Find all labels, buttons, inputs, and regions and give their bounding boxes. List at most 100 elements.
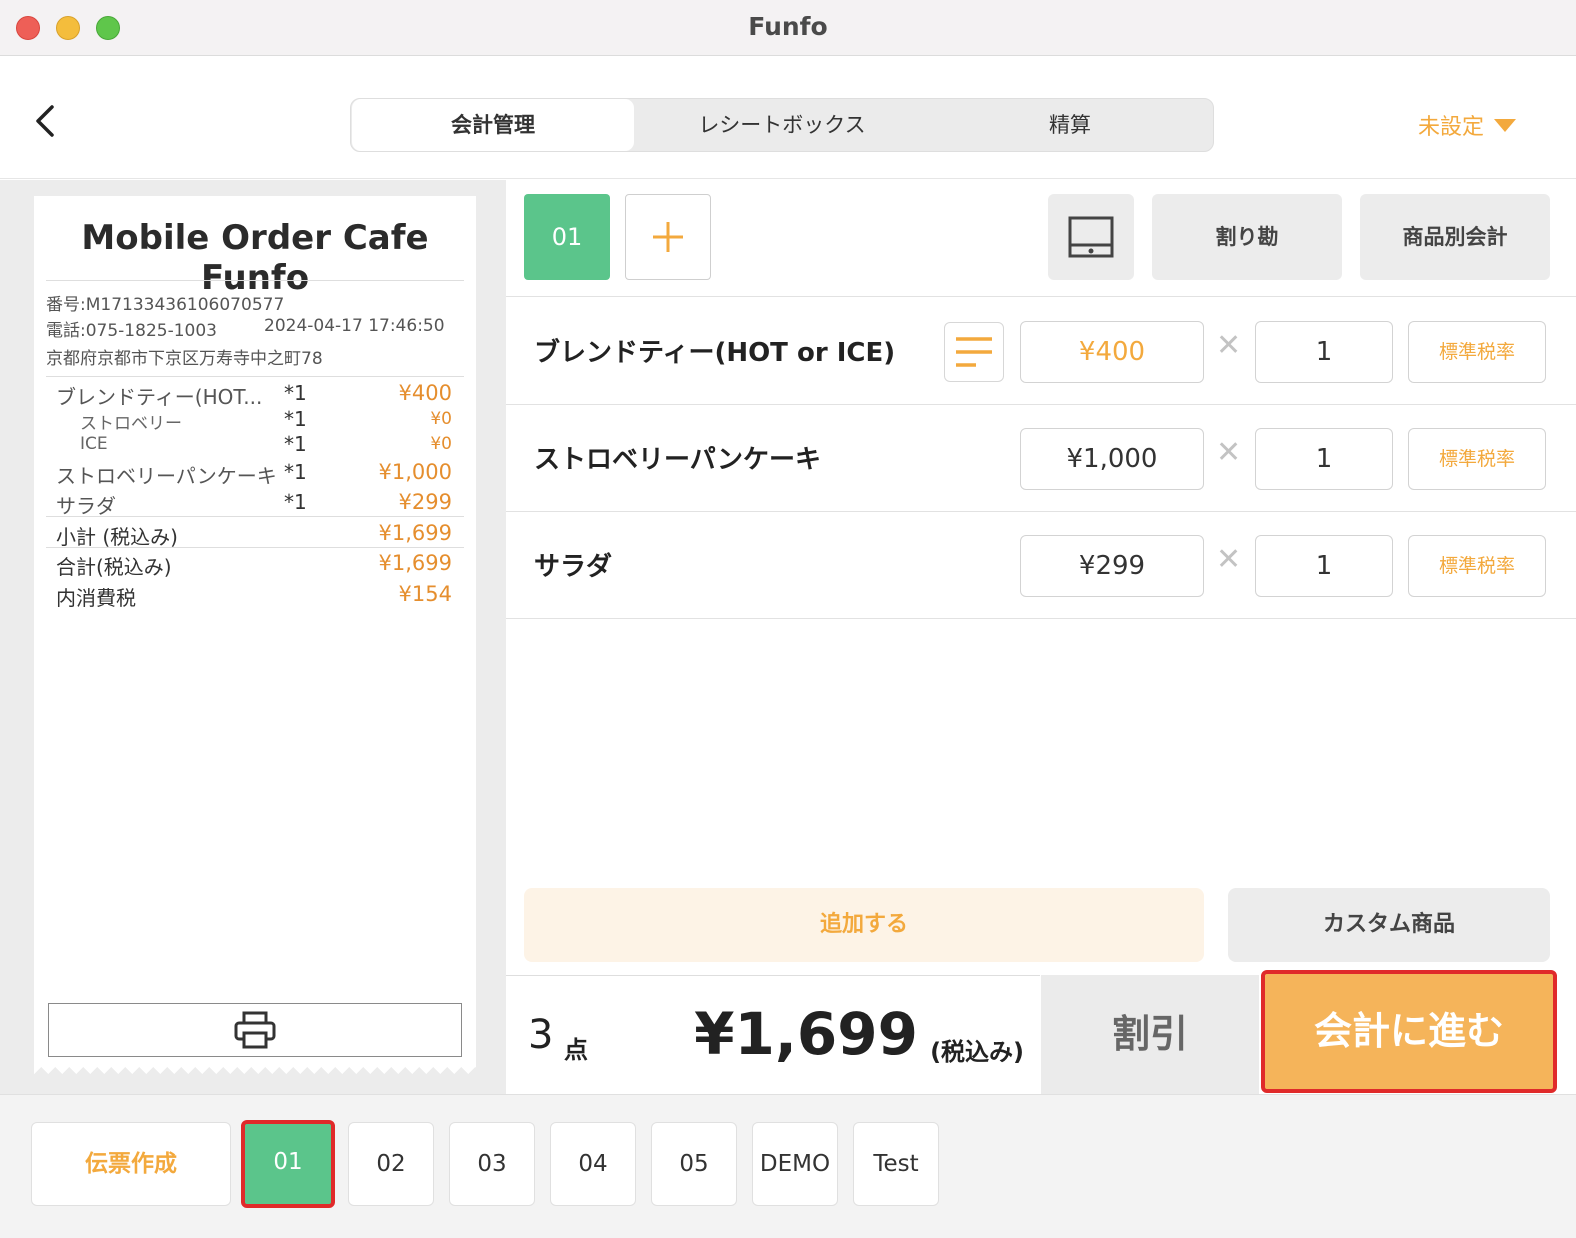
total-value: ¥1,699 bbox=[378, 551, 452, 575]
tax-rate-button[interactable]: 標準税率 bbox=[1408, 535, 1546, 597]
slip-tab-test[interactable]: Test bbox=[853, 1122, 939, 1206]
add-item-button[interactable]: 追加する bbox=[524, 888, 1204, 962]
tax-included-note: (税込み) bbox=[930, 1038, 1024, 1066]
tab-accounting[interactable]: 会計管理 bbox=[352, 99, 634, 151]
receipt-subtotal-row: 小計 (税込み) ¥1,699 bbox=[56, 521, 452, 549]
total-label: 合計(税込み) bbox=[56, 555, 172, 579]
slip-tab-02[interactable]: 02 bbox=[348, 1122, 434, 1206]
receipt-item: ブレンドティー(HOT... *1 ¥400 bbox=[56, 381, 452, 409]
item-quantity-field[interactable]: 1 bbox=[1255, 535, 1393, 597]
receipt-item-price: ¥1,000 bbox=[378, 460, 452, 484]
slip-tab-04[interactable]: 04 bbox=[550, 1122, 636, 1206]
mode-segmented-control: 会計管理 レシートボックス 精算 bbox=[350, 98, 1214, 152]
chevron-left-icon bbox=[36, 105, 54, 137]
custom-item-button[interactable]: カスタム商品 bbox=[1228, 888, 1550, 962]
receipt-item-name: ICE bbox=[80, 434, 108, 454]
tax-rate-button[interactable]: 標準税率 bbox=[1408, 428, 1546, 490]
list-lines-icon bbox=[956, 337, 992, 367]
receipt-item-price: ¥299 bbox=[398, 490, 452, 514]
item-count-unit: 点 bbox=[564, 1036, 588, 1064]
receipt-address: 京都府京都市下京区万寿寺中之町78 bbox=[46, 349, 323, 369]
order-item-name: サラダ bbox=[534, 552, 613, 582]
item-quantity-field[interactable]: 1 bbox=[1255, 428, 1393, 490]
window-title: Funfo bbox=[748, 12, 828, 41]
receipt-item: ストロベリーパンケーキ *1 ¥1,000 bbox=[56, 460, 452, 488]
receipt-item: サラダ *1 ¥299 bbox=[56, 490, 452, 518]
slip-tab-05[interactable]: 05 bbox=[651, 1122, 737, 1206]
cash-drawer-icon bbox=[1068, 216, 1114, 258]
receipt-item-price: ¥0 bbox=[430, 434, 452, 454]
create-slip-button[interactable]: 伝票作成 bbox=[31, 1122, 231, 1206]
proceed-to-checkout-button[interactable]: 会計に進む bbox=[1261, 970, 1557, 1093]
tab-receipt-box[interactable]: レシートボックス bbox=[641, 99, 923, 151]
divider bbox=[506, 618, 1576, 619]
subtotal-value: ¥1,699 bbox=[378, 521, 452, 545]
plus-icon bbox=[653, 222, 683, 252]
shop-name: Mobile Order Cafe Funfo bbox=[81, 218, 429, 298]
receipt-item-qty: *1 bbox=[284, 490, 307, 514]
receipt-item-qty: *1 bbox=[284, 432, 307, 456]
receipt-phone: 電話:075-1825-1003 bbox=[46, 321, 217, 341]
receipt-divider bbox=[46, 547, 464, 548]
item-price-field[interactable]: ¥1,000 bbox=[1020, 428, 1204, 490]
slip-tab-demo[interactable]: DEMO bbox=[752, 1122, 838, 1206]
receipt-item-option: ICE *1 ¥0 bbox=[56, 432, 452, 458]
add-slip-button[interactable] bbox=[625, 194, 711, 280]
receipt-divider bbox=[46, 280, 464, 281]
order-editor: 01 割り勘 商品別会計 ブレンドティー(HOT or ICE) ¥400 ✕ … bbox=[506, 180, 1576, 1094]
receipt-item-qty: *1 bbox=[284, 460, 307, 484]
receipt-total-row: 合計(税込み) ¥1,699 bbox=[56, 551, 452, 579]
print-button[interactable] bbox=[48, 1003, 462, 1057]
order-item-name: ブレンドティー(HOT or ICE) bbox=[534, 338, 896, 368]
caret-down-icon bbox=[1494, 118, 1516, 132]
receipt-item-price: ¥400 bbox=[398, 381, 452, 405]
receipt-item-name: ストロベリー bbox=[80, 414, 182, 434]
receipt-item-name: ストロベリーパンケーキ bbox=[56, 464, 277, 488]
tax-rate-button[interactable]: 標準税率 bbox=[1408, 321, 1546, 383]
receipt-panel: Mobile Order Cafe Funfo 番号:M171334361060… bbox=[0, 180, 506, 1094]
receipt-divider bbox=[46, 516, 464, 517]
multiply-icon: ✕ bbox=[1216, 328, 1242, 363]
tax-label: 内消費税 bbox=[56, 586, 136, 610]
receipt-item-price: ¥0 bbox=[430, 409, 452, 429]
order-line[interactable]: ブレンドティー(HOT or ICE) ¥400 ✕ 1 標準税率 bbox=[506, 298, 1576, 404]
slip-tab-bar: 伝票作成 01 02 03 04 05 DEMO Test bbox=[0, 1094, 1576, 1238]
item-price-field[interactable]: ¥400 bbox=[1020, 321, 1204, 383]
status-dropdown-label: 未設定 bbox=[1417, 115, 1484, 140]
item-options-button[interactable] bbox=[944, 322, 1004, 382]
cash-drawer-button[interactable] bbox=[1048, 194, 1134, 280]
slip-tab-01[interactable]: 01 bbox=[241, 1120, 335, 1208]
receipt-number: 番号:M17133436106070577 bbox=[46, 295, 285, 315]
total-amount: ¥1,699 bbox=[694, 1000, 918, 1068]
divider bbox=[506, 296, 1576, 297]
receipt-item-name: サラダ bbox=[56, 494, 116, 518]
item-quantity-field[interactable]: 1 bbox=[1255, 321, 1393, 383]
order-item-name: ストロベリーパンケーキ bbox=[534, 445, 822, 475]
split-bill-button[interactable]: 割り勘 bbox=[1152, 194, 1342, 280]
printer-icon bbox=[234, 1011, 276, 1049]
pay-by-item-button[interactable]: 商品別会計 bbox=[1360, 194, 1550, 280]
back-button[interactable] bbox=[24, 99, 64, 143]
subtotal-label: 小計 (税込み) bbox=[56, 525, 178, 549]
receipt-tax-row: 内消費税 ¥154 bbox=[56, 582, 452, 610]
order-line[interactable]: ストロベリーパンケーキ ¥1,000 ✕ 1 標準税率 bbox=[506, 405, 1576, 511]
order-totals: 3 点 ¥1,699 (税込み) bbox=[506, 975, 1040, 1094]
header: 会計管理 レシートボックス 精算 未設定 bbox=[0, 57, 1576, 179]
item-count: 3 bbox=[528, 1012, 554, 1058]
status-dropdown[interactable]: 未設定 bbox=[1418, 109, 1516, 141]
slip-tab-03[interactable]: 03 bbox=[449, 1122, 535, 1206]
receipt-divider bbox=[46, 376, 464, 377]
window-titlebar: Funfo bbox=[0, 0, 1576, 56]
receipt-preview: Mobile Order Cafe Funfo 番号:M171334361060… bbox=[34, 196, 476, 1062]
item-price-field[interactable]: ¥299 bbox=[1020, 535, 1204, 597]
receipt-item-option: ストロベリー *1 ¥0 bbox=[56, 407, 452, 434]
slip-tab-active[interactable]: 01 bbox=[524, 194, 610, 280]
order-line[interactable]: サラダ ¥299 ✕ 1 標準税率 bbox=[506, 512, 1576, 618]
receipt-torn-edge bbox=[34, 1060, 476, 1074]
multiply-icon: ✕ bbox=[1216, 435, 1242, 470]
tab-settlement[interactable]: 精算 bbox=[927, 99, 1213, 151]
discount-button[interactable]: 割引 bbox=[1041, 975, 1259, 1094]
receipt-item-qty: *1 bbox=[284, 407, 307, 431]
receipt-item-qty: *1 bbox=[284, 381, 307, 405]
receipt-item-name: ブレンドティー(HOT... bbox=[56, 385, 263, 409]
